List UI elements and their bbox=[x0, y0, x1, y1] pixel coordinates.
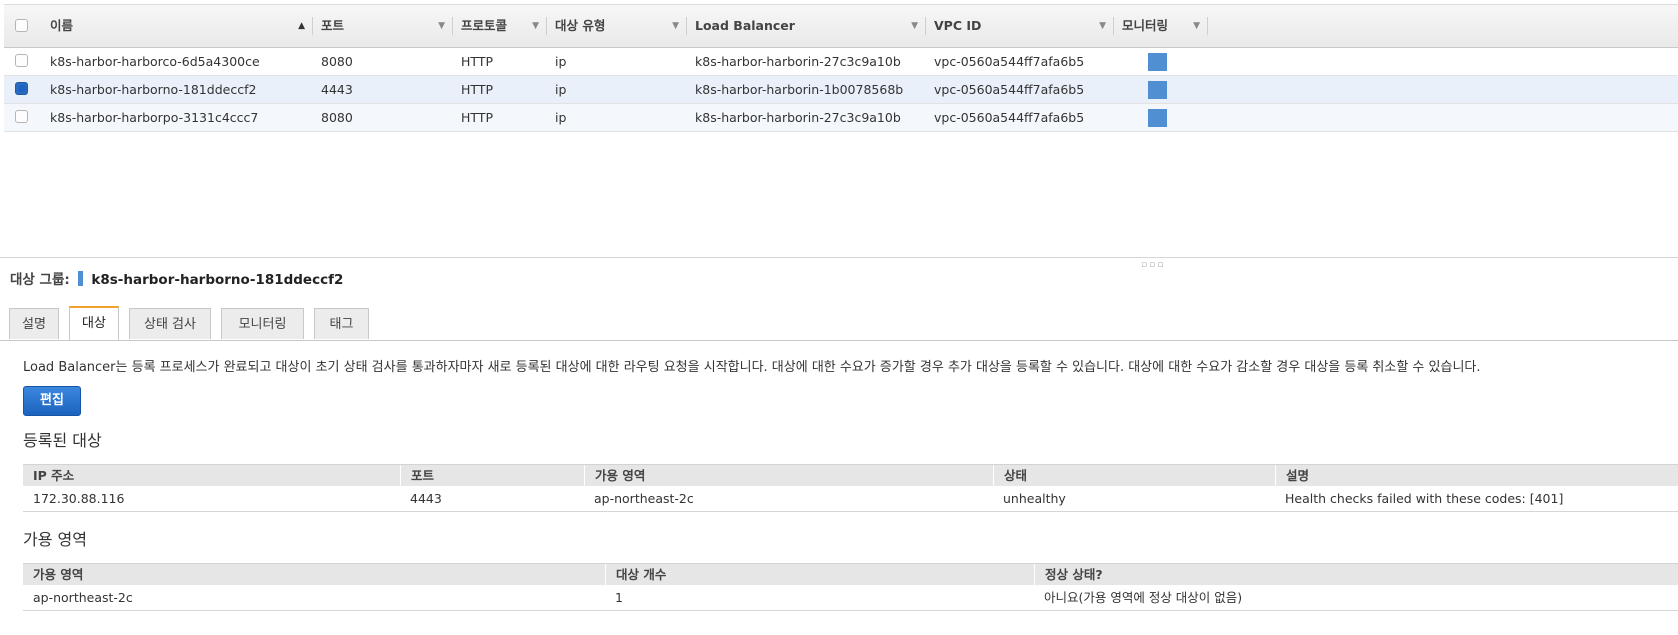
registered-targets-title: 등록된 대상 bbox=[23, 431, 102, 450]
cell-protocol: HTTP bbox=[461, 110, 493, 125]
cell-ip-address: 172.30.88.116 bbox=[33, 491, 125, 506]
grid-header: 이름 ▲ 포트 ▼ 프로토콜 ▼ 대상 유형 ▼ Load Balancer ▼… bbox=[4, 4, 1678, 48]
splitter-grip-icon[interactable]: ▫▫▫ bbox=[1141, 260, 1165, 270]
column-header-protocol[interactable]: 프로토콜 ▼ bbox=[453, 5, 547, 47]
cell-target-type: ip bbox=[555, 110, 567, 125]
cell-target-type: ip bbox=[555, 54, 567, 69]
table-row: ap-northeast-2c 1 아니요(가용 영역에 정상 대상이 없음) bbox=[23, 585, 1678, 611]
column-header-name[interactable]: 이름 ▲ bbox=[36, 5, 313, 47]
cell-name: k8s-harbor-harborpo-3131c4ccc7 bbox=[50, 110, 259, 125]
registered-targets-table: IP 주소 포트 가용 영역 상태 설명 172.30.88.116 4443 … bbox=[23, 464, 1678, 512]
cell-protocol: HTTP bbox=[461, 54, 493, 69]
cell-port: 4443 bbox=[321, 82, 353, 97]
sort-icon: ▼ bbox=[1099, 21, 1106, 31]
col-healthy: 정상 상태? bbox=[1034, 564, 1678, 585]
tab-tags[interactable]: 태그 bbox=[314, 308, 369, 339]
table-row[interactable]: k8s-harbor-harborpo-3131c4ccc7 8080 HTTP… bbox=[4, 104, 1678, 132]
row-checkbox[interactable] bbox=[15, 82, 28, 95]
cell-target-count: 1 bbox=[615, 590, 623, 605]
col-port: 포트 bbox=[400, 465, 584, 486]
col-description: 설명 bbox=[1275, 465, 1678, 486]
column-header-port[interactable]: 포트 ▼ bbox=[313, 5, 453, 47]
table-row: 172.30.88.116 4443 ap-northeast-2c unhea… bbox=[23, 486, 1678, 512]
targets-description: Load Balancer는 등록 프로세스가 완료되고 대상이 초기 상태 검… bbox=[23, 360, 1481, 375]
sort-icon: ▼ bbox=[532, 21, 539, 31]
cell-vpc-id: vpc-0560a544ff7afa6b5 bbox=[934, 82, 1085, 97]
tab-targets[interactable]: 대상 bbox=[69, 306, 119, 340]
column-header-load-balancer[interactable]: Load Balancer ▼ bbox=[687, 5, 926, 47]
cell-target-type: ip bbox=[555, 82, 567, 97]
column-header-vpc-id[interactable]: VPC ID ▼ bbox=[926, 5, 1114, 47]
sort-ascending-icon: ▲ bbox=[298, 21, 305, 31]
cell-port: 8080 bbox=[321, 110, 353, 125]
tab-description[interactable]: 설명 bbox=[9, 308, 59, 339]
target-group-label: 대상 그룹: bbox=[10, 272, 70, 288]
cell-availability-zone: ap-northeast-2c bbox=[33, 590, 133, 605]
col-target-count: 대상 개수 bbox=[605, 564, 1034, 585]
cell-port: 8080 bbox=[321, 54, 353, 69]
target-group-title: 대상 그룹: k8s-harbor-harborno-181ddeccf2 bbox=[10, 268, 343, 288]
cell-status: unhealthy bbox=[1003, 491, 1066, 506]
availability-zones-table: 가용 영역 대상 개수 정상 상태? ap-northeast-2c 1 아니요… bbox=[23, 563, 1678, 611]
row-checkbox[interactable] bbox=[15, 110, 28, 123]
sort-icon: ▼ bbox=[1193, 21, 1200, 31]
cell-load-balancer: k8s-harbor-harborin-27c3c9a10b bbox=[695, 54, 901, 69]
cell-healthy: 아니요(가용 영역에 정상 대상이 없음) bbox=[1044, 590, 1243, 605]
row-checkbox[interactable] bbox=[15, 54, 28, 67]
monitoring-chart-icon[interactable] bbox=[1148, 109, 1167, 127]
cell-protocol: HTTP bbox=[461, 82, 493, 97]
cell-name: k8s-harbor-harborco-6d5a4300ce bbox=[50, 54, 260, 69]
select-all-checkbox[interactable] bbox=[15, 19, 28, 32]
column-label: 대상 유형 bbox=[555, 18, 606, 33]
cell-name: k8s-harbor-harborno-181ddeccf2 bbox=[50, 82, 257, 97]
availability-zones-title: 가용 영역 bbox=[23, 530, 87, 549]
tab-monitoring[interactable]: 모니터링 bbox=[221, 308, 304, 339]
cell-port: 4443 bbox=[410, 491, 442, 506]
column-header-target-type[interactable]: 대상 유형 ▼ bbox=[547, 5, 687, 47]
column-label: 프로토콜 bbox=[461, 18, 508, 33]
monitoring-chart-icon[interactable] bbox=[1148, 53, 1167, 71]
sort-icon: ▼ bbox=[672, 21, 679, 31]
monitoring-chart-icon[interactable] bbox=[1148, 81, 1167, 99]
col-availability-zone: 가용 영역 bbox=[33, 567, 84, 582]
target-groups-grid: 이름 ▲ 포트 ▼ 프로토콜 ▼ 대상 유형 ▼ Load Balancer ▼… bbox=[4, 4, 1678, 132]
column-label: VPC ID bbox=[934, 18, 982, 33]
table-row[interactable]: k8s-harbor-harborco-6d5a4300ce 8080 HTTP… bbox=[4, 48, 1678, 76]
cell-vpc-id: vpc-0560a544ff7afa6b5 bbox=[934, 54, 1085, 69]
table-header: IP 주소 포트 가용 영역 상태 설명 bbox=[23, 464, 1678, 486]
cell-load-balancer: k8s-harbor-harborin-27c3c9a10b bbox=[695, 110, 901, 125]
column-label: 포트 bbox=[321, 18, 345, 33]
table-header: 가용 영역 대상 개수 정상 상태? bbox=[23, 563, 1678, 585]
cell-availability-zone: ap-northeast-2c bbox=[594, 491, 694, 506]
sort-icon: ▼ bbox=[911, 21, 918, 31]
col-status: 상태 bbox=[993, 465, 1275, 486]
target-group-name: k8s-harbor-harborno-181ddeccf2 bbox=[91, 272, 344, 288]
tab-health-checks[interactable]: 상태 검사 bbox=[129, 308, 211, 339]
tabs-divider bbox=[0, 340, 1678, 341]
col-ip-address: IP 주소 bbox=[33, 468, 75, 483]
column-label: 이름 bbox=[50, 18, 74, 33]
pane-splitter[interactable] bbox=[0, 257, 1678, 258]
target-group-marker bbox=[78, 271, 84, 286]
column-label: 모니터링 bbox=[1122, 18, 1169, 33]
cell-description: Health checks failed with these codes: [… bbox=[1285, 491, 1564, 506]
table-row[interactable]: k8s-harbor-harborno-181ddeccf2 4443 HTTP… bbox=[4, 76, 1678, 104]
cell-vpc-id: vpc-0560a544ff7afa6b5 bbox=[934, 110, 1085, 125]
cell-load-balancer: k8s-harbor-harborin-1b0078568b bbox=[695, 82, 904, 97]
edit-button[interactable]: 편집 bbox=[23, 386, 81, 416]
sort-icon: ▼ bbox=[438, 21, 445, 31]
col-availability-zone: 가용 영역 bbox=[584, 465, 993, 486]
column-label: Load Balancer bbox=[695, 18, 795, 33]
column-header-monitoring[interactable]: 모니터링 ▼ bbox=[1114, 5, 1208, 47]
